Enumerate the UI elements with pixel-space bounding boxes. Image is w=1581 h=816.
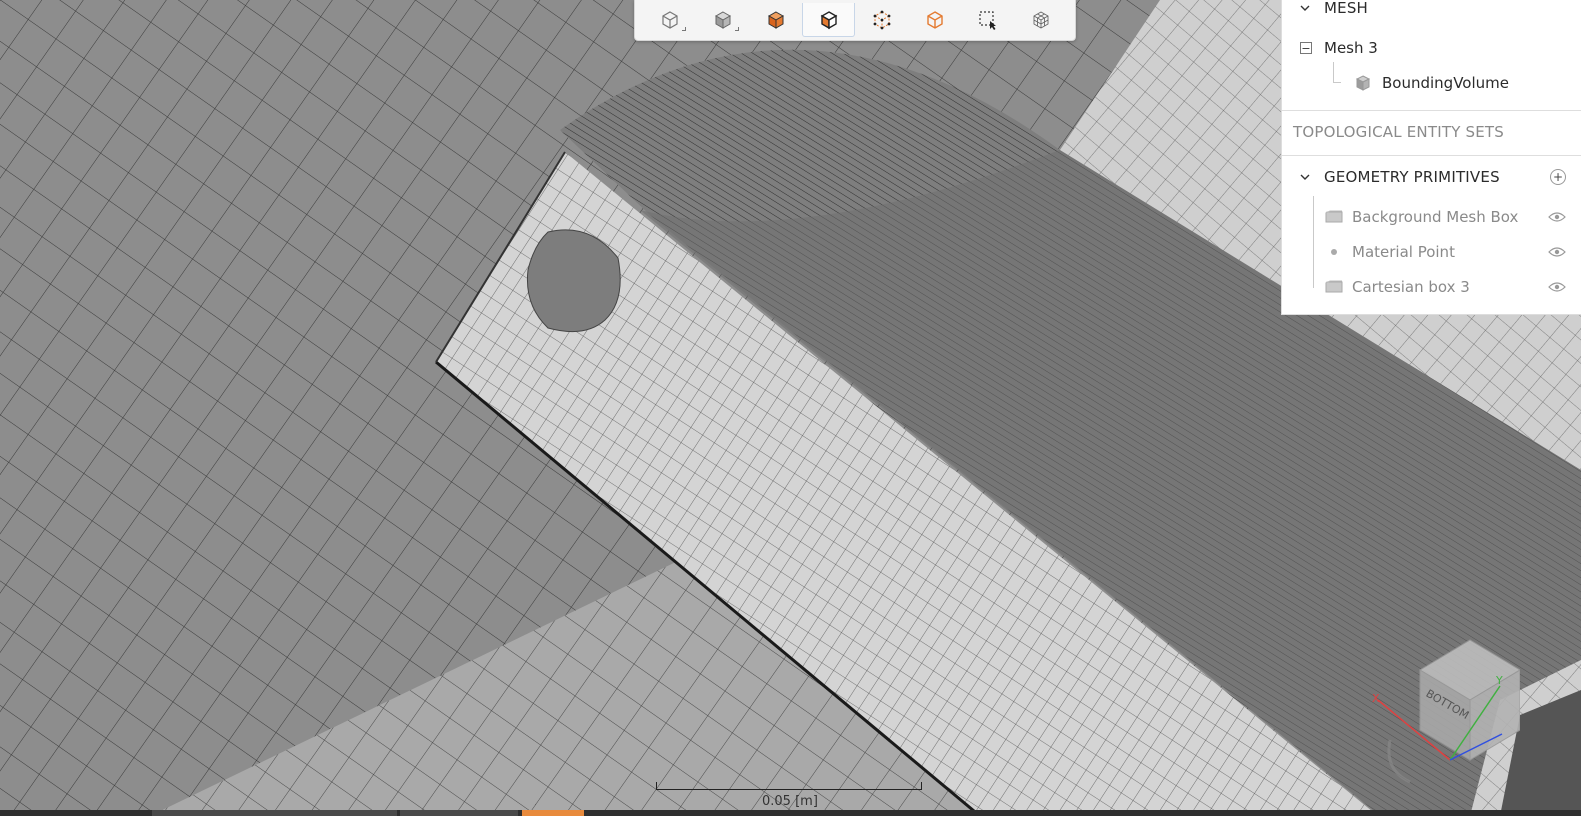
box-icon xyxy=(1325,280,1343,293)
tree-item-bounding-volume[interactable]: BoundingVolume xyxy=(1282,72,1581,94)
scene-tree-panel: MESH − Mesh 3 BoundingVolume TOPOLOGICAL… xyxy=(1281,0,1581,315)
geometry-section-header[interactable]: GEOMETRY PRIMITIVES + xyxy=(1282,166,1581,188)
bounding-volume-label: BoundingVolume xyxy=(1382,74,1509,92)
app-root: MESH − Mesh 3 BoundingVolume TOPOLOGICAL… xyxy=(0,0,1581,816)
view-mode-button-6[interactable] xyxy=(908,3,961,37)
tree-item-cartesian-box-3[interactable]: Cartesian box 3 xyxy=(1282,276,1581,298)
tree-item-background-mesh-box[interactable]: Background Mesh Box xyxy=(1282,206,1581,228)
mesh-section-header[interactable]: MESH xyxy=(1282,0,1581,17)
axis-x-label: X xyxy=(1372,692,1380,705)
chevron-down-icon xyxy=(1300,174,1310,180)
cube-solid-gray-icon xyxy=(714,11,731,29)
topological-section-header[interactable]: TOPOLOGICAL ENTITY SETS xyxy=(1282,121,1581,143)
cube-gray-icon xyxy=(1355,75,1371,91)
tree-item-material-point[interactable]: Material Point xyxy=(1282,241,1581,263)
view-mode-button-2[interactable] xyxy=(696,3,749,37)
divider xyxy=(1282,110,1581,111)
eye-icon[interactable] xyxy=(1548,211,1566,223)
view-cube[interactable]: BOTTOM X Y xyxy=(1360,630,1545,790)
cube-orange-edges-icon xyxy=(820,10,837,29)
topological-section-title: TOPOLOGICAL ENTITY SETS xyxy=(1293,123,1505,141)
cube-mesh-icon xyxy=(1033,11,1048,29)
eye-icon[interactable] xyxy=(1548,246,1566,258)
view-mode-button-4[interactable] xyxy=(802,3,856,37)
add-primitive-button[interactable]: + xyxy=(1550,169,1566,185)
bottom-accent-tab[interactable] xyxy=(522,810,584,816)
view-mode-button-3[interactable] xyxy=(749,3,802,37)
bottom-segment xyxy=(152,810,397,816)
cube-outline-icon xyxy=(661,11,678,29)
cube-orange-vertices-icon xyxy=(873,10,890,30)
scale-bar xyxy=(656,782,922,790)
mesh-view-button[interactable] xyxy=(1014,3,1067,37)
axis-y-label: Y xyxy=(1495,674,1503,687)
cartesian-box-3-label: Cartesian box 3 xyxy=(1352,278,1470,296)
mesh-3-label: Mesh 3 xyxy=(1324,39,1378,57)
mesh-section-title: MESH xyxy=(1324,0,1369,17)
cube-orange-wireframe-icon xyxy=(926,11,943,29)
cube-orange-solid-icon xyxy=(767,11,784,29)
collapse-icon[interactable]: − xyxy=(1300,42,1312,54)
box-select-button[interactable] xyxy=(961,3,1014,37)
chevron-down-icon xyxy=(1300,5,1310,11)
box-select-cursor-icon xyxy=(978,11,996,30)
geometry-section-title: GEOMETRY PRIMITIVES xyxy=(1324,168,1500,186)
rotate-arrow-icon xyxy=(1387,739,1411,784)
box-icon xyxy=(1325,210,1343,223)
tree-item-mesh-3[interactable]: − Mesh 3 xyxy=(1282,37,1581,59)
bottom-segment xyxy=(400,810,518,816)
view-mode-button-5[interactable] xyxy=(855,3,908,37)
view-toolbar xyxy=(634,0,1076,41)
background-mesh-box-label: Background Mesh Box xyxy=(1352,208,1519,226)
view-mode-button-1[interactable] xyxy=(643,3,696,37)
point-icon xyxy=(1331,249,1337,255)
eye-icon[interactable] xyxy=(1548,281,1566,293)
material-point-label: Material Point xyxy=(1352,243,1455,261)
divider xyxy=(1282,155,1581,156)
scale-bar-label: 0.05 [m] xyxy=(762,794,818,809)
